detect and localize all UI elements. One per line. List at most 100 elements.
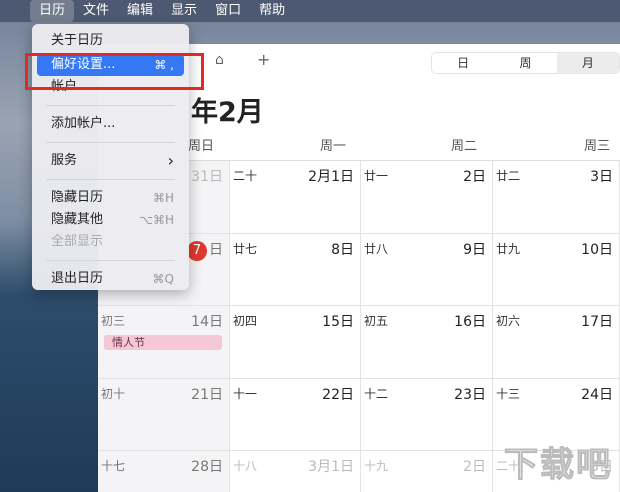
lunar-date: 初四 [233,314,258,328]
day-cell[interactable]: 十二 23日 [361,379,493,451]
day-number: 3月1日 [308,456,354,476]
day-label: 15日 [322,314,354,330]
lunar-date: 廿一 [364,169,389,183]
day-number: 28日 [191,456,223,476]
lunar-date: 初三 [101,314,126,328]
shortcut: ⌘Q [152,272,174,286]
day-label: 2日 [463,459,486,475]
add-event-button[interactable]: + [257,50,270,69]
label: 关于日历 [51,33,104,48]
lunar-date: 十七 [101,459,126,473]
shortcut: ⌘H [152,191,174,205]
menu-item-hide[interactable]: 隐藏日历 ⌘H [37,187,184,209]
day-number: 14日 [191,311,223,331]
lunar-date: 十一 [233,387,258,401]
day-number: 23日 [454,384,486,404]
menu-view[interactable]: 显示 [162,0,206,22]
lunar-date: 廿二 [496,169,521,183]
menu-file[interactable]: 文件 [74,0,118,22]
lunar-date: 初六 [496,314,521,328]
lunar-date: 十二 [364,387,389,401]
day-cell[interactable]: 二十 2月1日 [230,161,361,234]
view-week-tab[interactable]: 周 [494,53,556,73]
day-label: 3日 [590,169,613,185]
view-month-tab[interactable]: 月 [556,53,619,73]
day-cell[interactable]: 十七 28日 [98,451,230,492]
view-switcher: 日 周 月 [431,52,620,74]
menu-window[interactable]: 窗口 [206,0,250,22]
event-valentines[interactable]: 情人节 [104,335,222,350]
day-number: 22日 [322,384,354,404]
shortcut: ⌥⌘H [139,213,174,227]
menu-calendar[interactable]: 日历 [30,0,75,22]
lunar-date: 初五 [364,314,389,328]
day-label: 9日 [463,242,486,258]
day-cell[interactable]: 十一 22日 [230,379,361,451]
lunar-date: 廿八 [364,242,389,256]
lunar-date: 初十 [101,387,126,401]
menu-item-about[interactable]: 关于日历 [37,30,184,52]
day-cell[interactable]: 廿七 8日 [230,234,361,306]
day-number: 2月1日 [308,166,354,186]
day-number: 7日 [187,239,223,261]
watermark: 下载吧 [504,445,612,486]
label: 退出日历 [51,271,104,286]
menu-edit[interactable]: 编辑 [118,0,162,22]
day-label: 21日 [191,387,223,403]
highlight-annotation-box [25,53,204,90]
menu-item-add-account[interactable]: 添加帐户... [37,113,184,135]
lunar-date: 十三 [496,387,521,401]
day-cell[interactable]: 初十 21日 [98,379,230,451]
day-cell[interactable]: 初四 15日 [230,306,361,379]
day-cell[interactable]: 十八 3月1日 [230,451,361,492]
day-number: 15日 [322,311,354,331]
day-label: 2日 [463,169,486,185]
day-cell[interactable]: 廿八 9日 [361,234,493,306]
view-day-tab[interactable]: 日 [432,53,494,73]
day-number: 2日 [463,166,486,186]
day-number: 8日 [331,239,354,259]
menu-item-services[interactable]: 服务 › [37,150,184,172]
weekday-mon: 周一 [320,139,347,154]
day-label: 28日 [191,459,223,475]
day-label: 22日 [322,387,354,403]
day-cell[interactable]: 初五 16日 [361,306,493,379]
menu-item-quit[interactable]: 退出日历 ⌘Q [37,268,184,290]
day-label: 2月1日 [308,169,354,185]
day-cell[interactable]: 廿九 10日 [493,234,620,306]
day-number: 17日 [581,311,613,331]
day-label: 14日 [191,314,223,330]
day-label: 16日 [454,314,486,330]
day-label: 31日 [191,169,223,185]
today-badge: 7 [187,241,207,261]
label: 添加帐户... [51,116,116,131]
label: 隐藏其他 [51,212,104,227]
weekday-sun: 周日 [188,139,215,154]
day-label: 8日 [331,242,354,258]
day-cell[interactable]: 初三 14日情人节 [98,306,230,379]
month-title: 年2月 [191,97,264,128]
day-label: 23日 [454,387,486,403]
day-number: 9日 [463,239,486,259]
day-number: 21日 [191,384,223,404]
divider [46,142,175,143]
weekday-tue: 周二 [451,139,478,154]
divider [46,105,175,106]
day-number: 24日 [581,384,613,404]
inbox-icon[interactable]: ⌂ [215,52,224,68]
day-cell[interactable]: 廿二 3日 [493,161,620,234]
lunar-date: 十八 [233,459,258,473]
day-cell[interactable]: 廿一 2日 [361,161,493,234]
weekday-wed: 周三 [584,139,611,154]
menu-item-hide-others[interactable]: 隐藏其他 ⌥⌘H [37,209,184,231]
day-cell[interactable]: 初六 17日 [493,306,620,379]
label: 服务 [51,153,78,168]
day-number: 31日 [191,166,223,186]
apple-menu-icon[interactable] [0,0,30,22]
day-number: 2日 [463,456,486,476]
lunar-date: 廿九 [496,242,521,256]
chevron-right-icon: › [167,151,174,170]
menu-help[interactable]: 帮助 [250,0,294,22]
menu-bar: 日历 文件 编辑 显示 窗口 帮助 [0,0,620,22]
day-cell[interactable]: 十九 2日 [361,451,493,492]
